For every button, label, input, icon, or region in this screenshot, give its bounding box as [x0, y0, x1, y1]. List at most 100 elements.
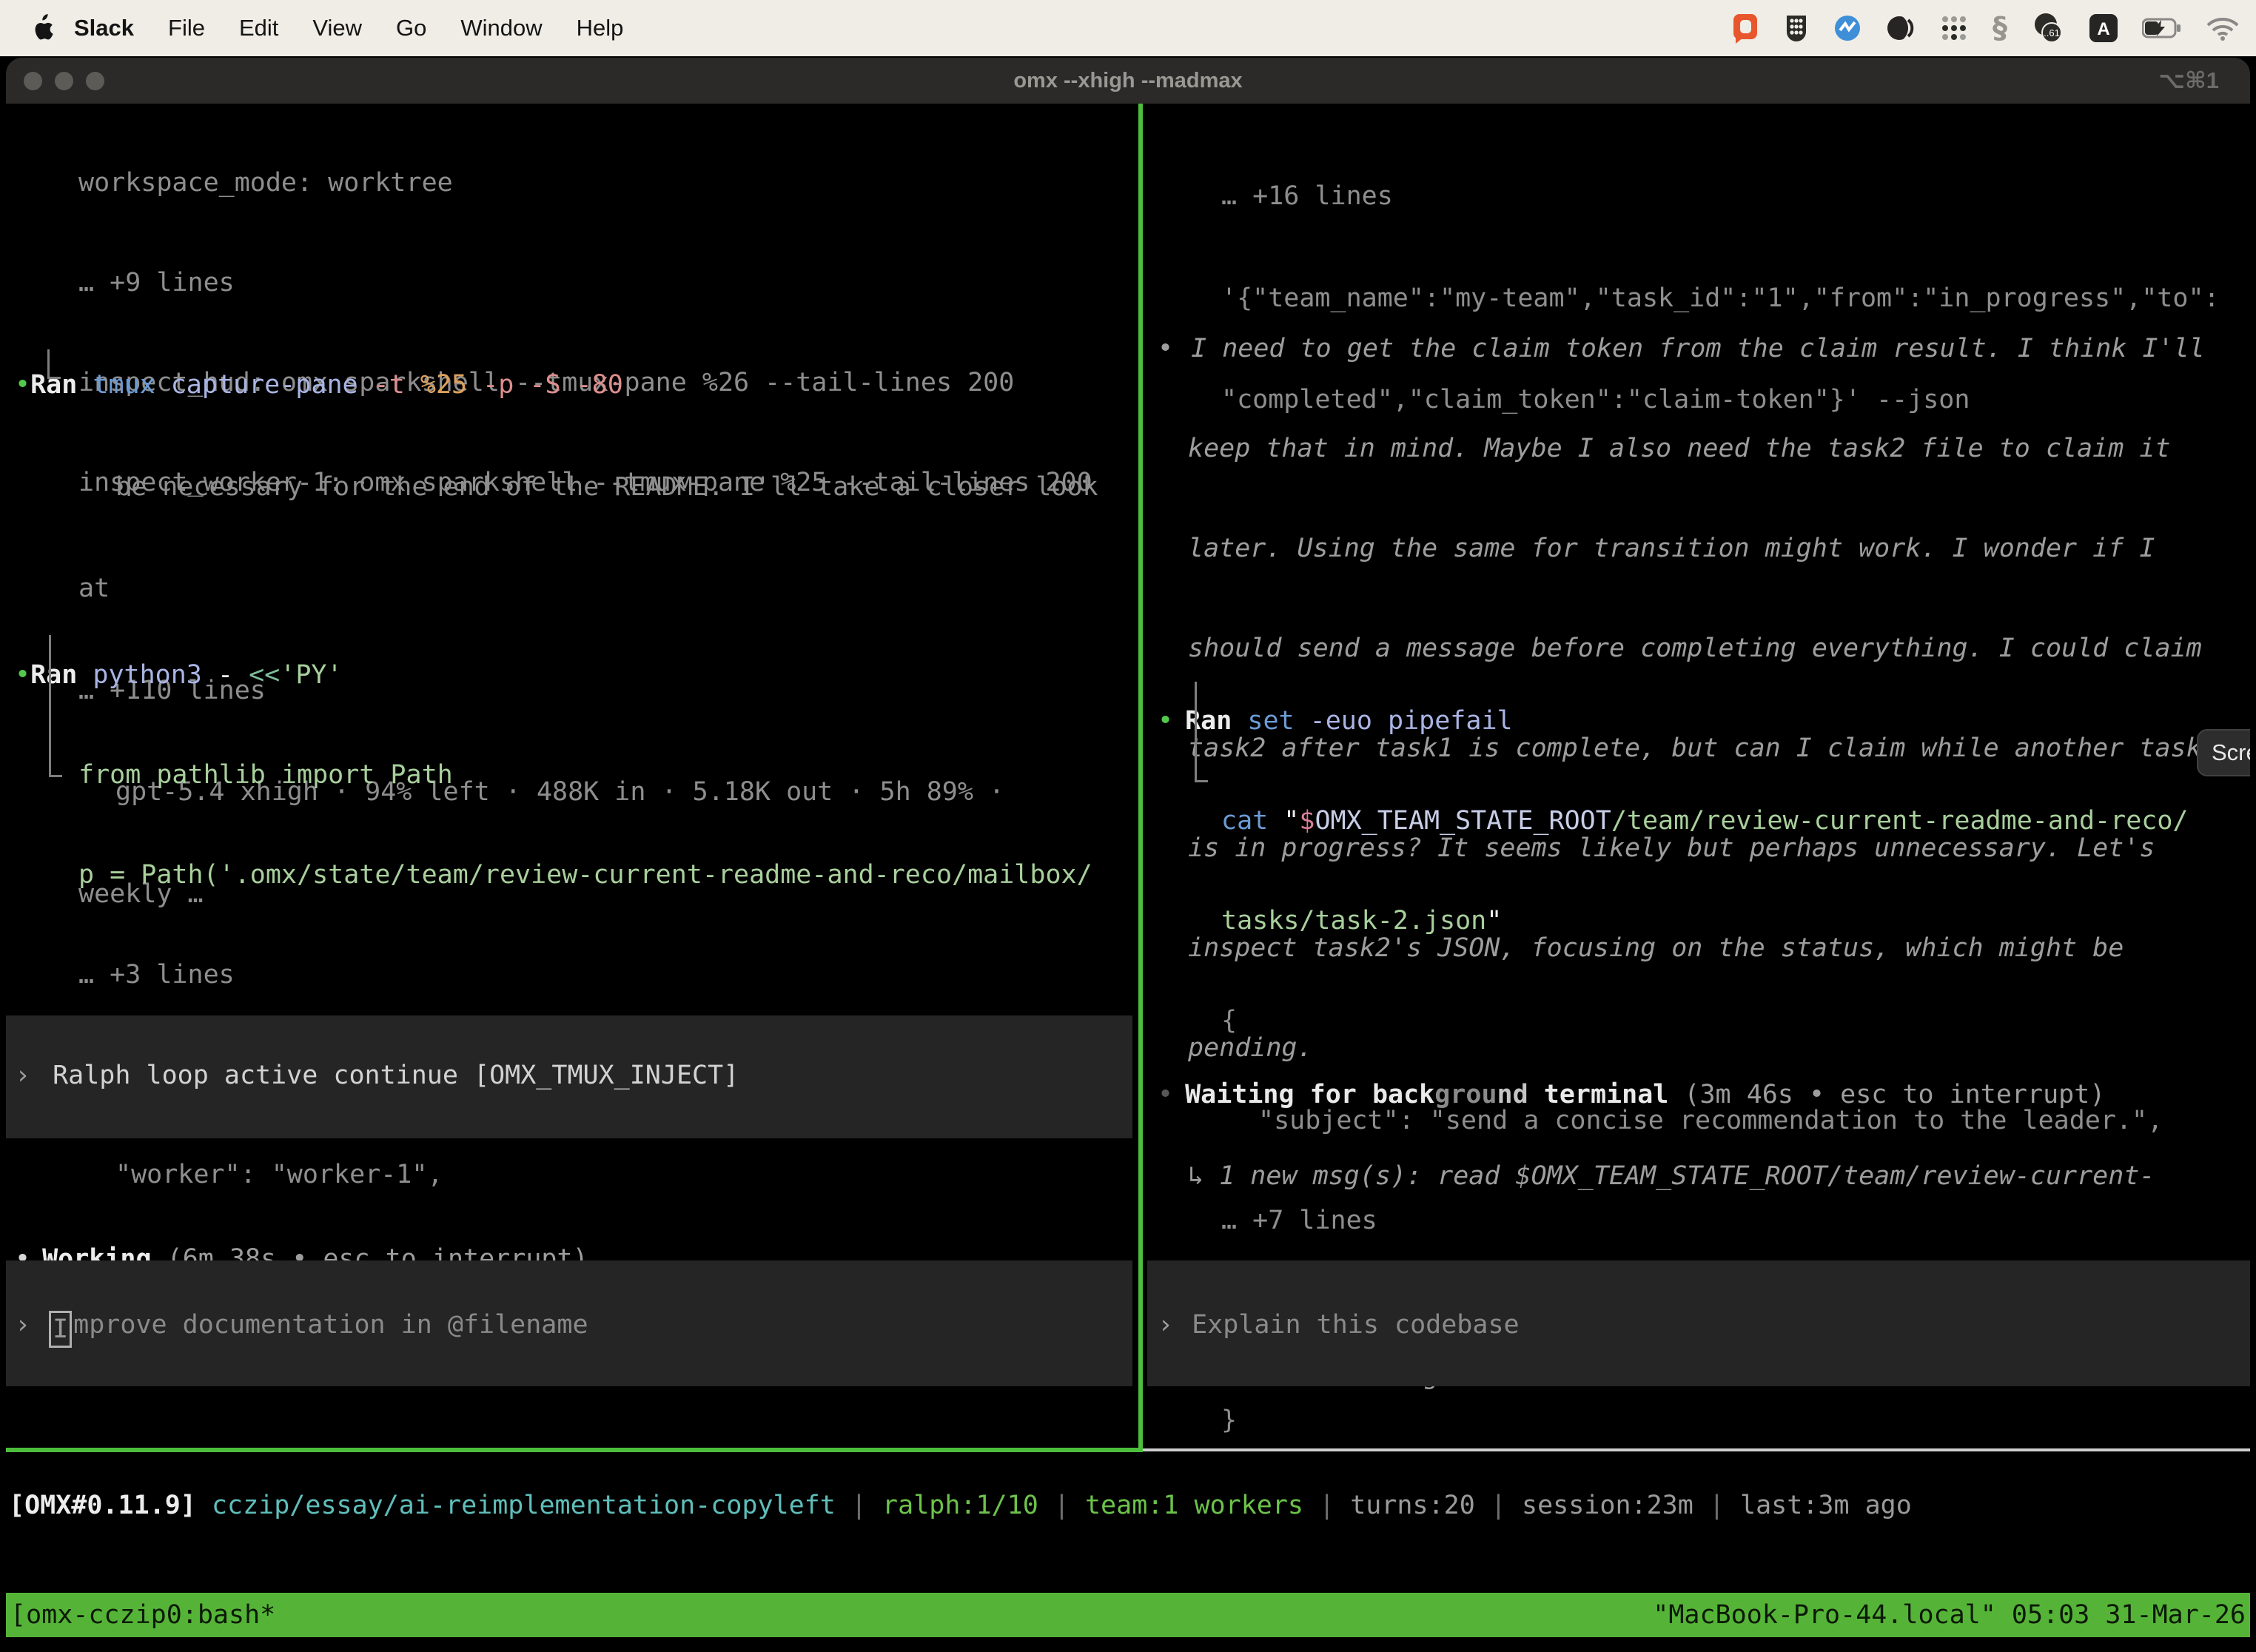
status-icons: § ..61 A: [1730, 11, 2240, 45]
code-line: from pathlib import Path: [15, 755, 1134, 796]
cmd-token: -t: [358, 370, 405, 400]
cmd-token: python3: [77, 660, 202, 690]
window-shortcut: ⌥⌘1: [2158, 67, 2219, 94]
window-titlebar[interactable]: omx --xhigh --madmax ⌥⌘1: [6, 58, 2250, 104]
squiggle-icon[interactable]: §: [1993, 11, 2007, 45]
cmd-token: tmux: [77, 370, 155, 400]
minimize-window-button[interactable]: [55, 72, 73, 90]
terminal-line: … +9 lines: [15, 263, 1134, 303]
hud-repo: cczip/essay/ai-reimplementation-copyleft: [196, 1491, 836, 1520]
screen-tooltip: Scre: [2197, 729, 2250, 776]
omx-hud-statusline: [OMX#0.11.9] cczip/essay/ai-reimplementa…: [9, 1485, 1912, 1526]
hud-separator: |: [1038, 1491, 1085, 1520]
tmux-statusbar: [omx-cczip0:bash* "MacBook-Pro-44.local"…: [6, 1593, 2250, 1637]
shield-grid-icon[interactable]: [1784, 13, 1809, 44]
wifi-icon[interactable]: [2206, 16, 2240, 41]
menu-item-view[interactable]: View: [295, 15, 379, 41]
hud-last: last:3m ago: [1740, 1491, 1912, 1520]
menu-item-go[interactable]: Go: [379, 15, 443, 41]
prompt-chevron-icon: ›: [1158, 1310, 1173, 1340]
cmd-token: /team/review-current-readme-and-reco/: [1611, 806, 2189, 836]
badge-61-icon[interactable]: ..61: [2031, 12, 2065, 44]
bullet-icon: •: [15, 660, 30, 690]
menu-item-window[interactable]: Window: [443, 15, 559, 41]
ran-command-line: •Ran python3 - <<'PY': [15, 655, 1134, 696]
ralph-loop-text: Ralph loop active continue [OMX_TMUX_INJ…: [30, 1061, 739, 1090]
svg-text:..61: ..61: [2044, 27, 2060, 38]
ran-command-line: •Ran tmux capture-pane -t %25 -p -S -80: [15, 364, 1134, 407]
terminal-line: workspace_mode: worktree: [15, 163, 1134, 204]
svg-text:A: A: [2097, 19, 2109, 39]
cmd-token: 'PY': [280, 660, 342, 690]
cmd-token: tasks/task-2.json: [1221, 906, 1486, 936]
pane-border-bottom-right: [1143, 1448, 2250, 1451]
cmd-token: %25: [405, 370, 467, 400]
hud-team: team:1 workers: [1085, 1491, 1303, 1520]
hud-separator: |: [1475, 1491, 1522, 1520]
input-placeholder: Explain this codebase: [1173, 1310, 1520, 1340]
cmd-token: set: [1232, 706, 1294, 736]
pane-divider[interactable]: [1138, 104, 1143, 1452]
tmux-host-clock: "MacBook-Pro-44.local" 05:03 31-Mar-26: [1653, 1600, 2246, 1630]
window-title: omx --xhigh --madmax: [1013, 69, 1242, 93]
terminal-line: … +3 lines: [15, 955, 1134, 995]
thinking-line: later. Using the same for transition mig…: [1158, 528, 2250, 569]
moon-icon[interactable]: [1886, 13, 1916, 43]
menu-item-file[interactable]: File: [151, 15, 222, 41]
menu-item-edit[interactable]: Edit: [222, 15, 295, 41]
arrow-down-right-icon: ↳: [1188, 1161, 1219, 1191]
chat-notification-icon[interactable]: [1730, 12, 1760, 44]
cmd-token: capture-pane: [155, 370, 358, 400]
hud-separator: |: [836, 1491, 882, 1520]
tmux-session-name: [omx-cczip0:bash*: [10, 1600, 275, 1630]
menu-item-help[interactable]: Help: [560, 15, 641, 41]
apple-menu[interactable]: [30, 14, 53, 42]
cmd-token: -euo pipefail: [1295, 706, 1513, 736]
terminal-content[interactable]: workspace_mode: worktree … +9 lines insp…: [6, 104, 2250, 1652]
pane-right[interactable]: … +16 lines '{"team_name":"my-team","tas…: [1158, 104, 2250, 1452]
cmd-token: -: [202, 660, 233, 690]
thinking-line: I need to get the claim token from the c…: [1173, 334, 2205, 363]
terminal-line: … +16 lines: [1158, 175, 2250, 218]
code-line: tasks/task-2.json": [1158, 901, 2250, 941]
keyboard-layout-icon[interactable]: A: [2089, 13, 2118, 43]
ran-command-line: •Ran set -euo pipefail: [1158, 701, 2250, 742]
hud-ralph: ralph:1/10: [882, 1491, 1038, 1520]
text-cursor: I: [49, 1311, 72, 1348]
omx-version: [OMX#0.11.9]: [9, 1491, 196, 1520]
right-model-statusline: gpt-5.4 xhigh · 94% left · 488K in · 5.1…: [1158, 1388, 2250, 1452]
battery-icon[interactable]: [2142, 18, 2182, 38]
output-corner-icon: [47, 349, 61, 379]
cmd-token: ": [1268, 806, 1299, 836]
output-connector-icon: [49, 635, 62, 777]
pane-left[interactable]: workspace_mode: worktree … +9 lines insp…: [15, 104, 1134, 1452]
bullet-icon: •: [1158, 334, 1173, 363]
ralph-loop-banner: ›Ralph loop active continue [OMX_TMUX_IN…: [6, 1015, 1132, 1138]
cmd-token: -p -S -80: [467, 370, 623, 400]
cmd-token: OMX_TEAM_STATE_ROOT: [1315, 806, 1611, 836]
close-window-button[interactable]: [24, 72, 42, 90]
menu-item-slack[interactable]: Slack: [53, 15, 151, 41]
cmd-token: <<: [233, 660, 280, 690]
hud-turns: turns:20: [1350, 1491, 1475, 1520]
dots-grid-icon[interactable]: [1939, 13, 1969, 43]
tooltip-text: Scre: [2212, 739, 2250, 766]
prompt-input-right[interactable]: ›Explain this codebase: [1147, 1260, 2250, 1386]
terminal-line: be necessary for the end of the README. …: [15, 466, 1134, 509]
pane-border-bottom-left: [6, 1448, 1138, 1452]
thinking-line: keep that in mind. Maybe I also need the…: [1158, 429, 2250, 469]
cmd-token: cat: [1221, 806, 1268, 836]
prompt-chevron-icon: ›: [15, 1310, 30, 1340]
hud-separator: |: [1693, 1491, 1740, 1520]
speed-monitor-icon[interactable]: [1833, 13, 1862, 43]
zoom-window-button[interactable]: [86, 72, 104, 90]
bullet-icon: •: [1158, 706, 1173, 736]
menu-bar: Slack File Edit View Go Window Help § ..…: [0, 0, 2256, 56]
message-line: 1 new msg(s): read $OMX_TEAM_STATE_ROOT/…: [1219, 1161, 2155, 1191]
terminal-window: omx --xhigh --madmax ⌥⌘1 workspace_mode:…: [6, 58, 2250, 1652]
hud-session: session:23m: [1522, 1491, 1693, 1520]
hud-separator: |: [1303, 1491, 1350, 1520]
prompt-input-left[interactable]: ›Improve documentation in @filename: [6, 1260, 1132, 1386]
cmd-token: ": [1486, 906, 1502, 936]
cmd-token: $: [1299, 806, 1315, 836]
